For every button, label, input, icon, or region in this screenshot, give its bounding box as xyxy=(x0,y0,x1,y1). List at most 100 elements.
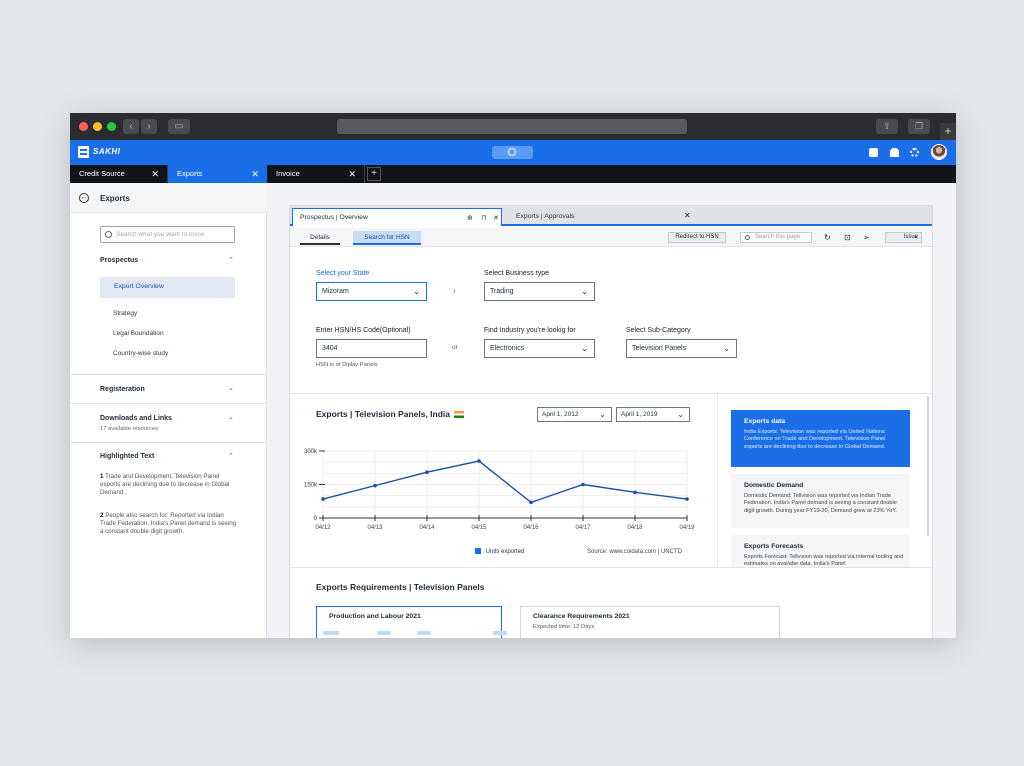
industry-select[interactable]: Electronics ⌄ xyxy=(484,339,595,358)
issue-dropdown[interactable]: Issue ⌄ xyxy=(885,232,922,243)
bell-icon[interactable] xyxy=(890,148,899,157)
x-tick-label: 04/16 xyxy=(523,525,539,531)
expand-icon[interactable] xyxy=(869,148,878,157)
tab-prospectus-overview[interactable]: Prospectus | Overview ⊕ ⊓ ✕ xyxy=(292,208,502,226)
lock-icon[interactable]: ⊓ xyxy=(481,214,486,222)
divider xyxy=(290,393,932,394)
sidebar-item-country-wise-study[interactable]: Country-wise study xyxy=(113,350,168,357)
subtab-details[interactable]: Details xyxy=(300,232,340,245)
hsn-input[interactable]: 3404 xyxy=(316,339,427,358)
tab-exports[interactable]: Exports ✕ xyxy=(168,165,267,183)
data-point xyxy=(529,500,533,505)
page-search-input[interactable]: Search this page xyxy=(740,232,812,243)
sidebar-item-strategy[interactable]: Strategy xyxy=(113,310,137,317)
tab-credit-source[interactable]: Credit Source ✕ xyxy=(70,165,168,183)
divider xyxy=(290,567,932,568)
chevron-down-icon: ⌄ xyxy=(723,344,730,353)
production-labour-card[interactable]: Production and Labour 2021 xyxy=(316,606,507,638)
requirement-bar xyxy=(377,631,391,635)
clearance-requirements-card[interactable]: Clearance Requirements 2021 Expected tim… xyxy=(520,606,780,638)
close-icon[interactable]: ✕ xyxy=(151,165,159,183)
requirement-bar xyxy=(493,631,507,635)
chevron-down-icon[interactable]: ⌄ xyxy=(228,413,234,421)
card-title: Exports data xyxy=(744,418,786,425)
data-point xyxy=(581,482,585,487)
x-tick-label: 04/12 xyxy=(315,525,331,531)
globe-icon[interactable]: ⊕ xyxy=(467,214,473,222)
india-flag-icon xyxy=(454,411,465,418)
highlight-item: 1 Trade and Development. Television Pane… xyxy=(100,473,240,497)
subtab-search-for-hsn[interactable]: Search for HSN xyxy=(353,231,421,245)
chevron-down-icon[interactable]: ⌄ xyxy=(228,384,234,392)
x-tick-label: 04/19 xyxy=(679,525,695,531)
new-tab-plus-icon[interactable]: + xyxy=(940,123,956,140)
forward-arrow-icon[interactable]: › xyxy=(141,119,157,134)
close-icon[interactable]: ✕ xyxy=(684,211,691,220)
sidebar-search-input[interactable]: Search what you want to know xyxy=(100,226,235,243)
search-placeholder: Search what you want to know xyxy=(116,231,205,238)
global-search-button[interactable] xyxy=(492,146,533,159)
sidebar-item-label: Export Overview xyxy=(114,283,164,290)
chevron-up-icon[interactable]: ⌃ xyxy=(228,452,234,460)
browser-chrome: ‹ › ▭ ⇪ ❐ + xyxy=(70,113,956,140)
sidebar-item-export-overview[interactable]: Export Overview xyxy=(100,277,235,298)
back-icon[interactable]: ← xyxy=(79,193,89,203)
cards-scrollbar[interactable] xyxy=(927,396,929,536)
highlight-item: 2 People also search for: Reported via I… xyxy=(100,512,240,536)
add-tab-icon[interactable]: + xyxy=(367,167,381,181)
tab-label: Exports xyxy=(177,169,203,178)
tab-exports-approvals[interactable]: Exports | Approvals xyxy=(516,213,574,220)
sidebar: ← Exports Search what you want to know P… xyxy=(70,183,267,638)
exports-data-card[interactable]: Exports data India Exports: Television w… xyxy=(731,410,910,467)
gear-icon[interactable] xyxy=(910,148,919,157)
card-subtitle: Expected time: 12 Days xyxy=(533,624,595,630)
data-point xyxy=(633,490,637,495)
minimize-window-button[interactable] xyxy=(93,122,102,131)
sidebar-toggle-icon[interactable]: ▭ xyxy=(168,119,190,134)
address-bar[interactable] xyxy=(337,119,687,134)
section-prospectus[interactable]: Prospectus xyxy=(100,257,138,264)
chart-title-text: Exports | Television Panels, India xyxy=(316,409,451,419)
app-logo-icon xyxy=(78,146,89,158)
section-downloads[interactable]: Downloads and Links xyxy=(100,415,172,422)
maximize-window-button[interactable] xyxy=(107,122,116,131)
close-window-button[interactable] xyxy=(79,122,88,131)
app-header: SAKHI xyxy=(70,140,956,165)
sidebar-item-legal-boundation[interactable]: Legal Boundation xyxy=(113,330,164,337)
send-icon[interactable]: ➢ xyxy=(863,233,870,242)
refresh-icon[interactable]: ↻ xyxy=(824,233,831,242)
close-icon[interactable]: ✕ xyxy=(493,214,499,222)
close-icon[interactable]: ✕ xyxy=(348,165,356,183)
tabs-overview-icon[interactable]: ❐ xyxy=(908,119,930,134)
search-icon xyxy=(105,231,112,238)
close-icon[interactable]: ✕ xyxy=(251,165,259,183)
section-highlighted-text[interactable]: Highlighted Text xyxy=(100,453,154,460)
legend-label: Units exported xyxy=(485,549,525,555)
tab-invoice[interactable]: Invoice ✕ xyxy=(267,165,365,183)
section-registration[interactable]: Registeration xyxy=(100,386,145,393)
chevron-up-icon[interactable]: ⌃ xyxy=(228,256,234,264)
back-arrow-icon[interactable]: ‹ xyxy=(123,119,139,134)
divider xyxy=(70,374,267,375)
chart-title: Exports | Television Panels, India xyxy=(316,409,465,419)
avatar[interactable] xyxy=(931,144,947,160)
or-label: or xyxy=(452,344,458,351)
state-select[interactable]: Mizoram ⌄ xyxy=(316,282,427,301)
requirement-bar xyxy=(323,631,339,635)
panel-toolbar: Details Search for HSN Redirect to HSN S… xyxy=(290,228,932,247)
business-type-select[interactable]: Trading ⌄ xyxy=(484,282,595,301)
exports-forecasts-card[interactable]: Exports Forecasts Exports Forecast: Tell… xyxy=(731,535,910,567)
subcategory-select[interactable]: Television Panels ⌄ xyxy=(626,339,737,358)
tab-label: Prospectus | Overview xyxy=(300,214,368,221)
panel-tab-bar: Prospectus | Overview ⊕ ⊓ ✕ Exports | Ap… xyxy=(290,206,932,226)
business-type-label: Select Business type xyxy=(484,270,549,277)
bookmark-icon[interactable]: ⊡ xyxy=(844,233,851,242)
date-to-select[interactable]: April 1, 2019 ⌄ xyxy=(616,407,690,422)
date-from-select[interactable]: April 1, 2012 ⌄ xyxy=(537,407,612,422)
domestic-demand-card[interactable]: Domestic Demand Domestic Demand: Tellvis… xyxy=(731,474,910,528)
card-title: Clearance Requirements 2021 xyxy=(533,613,630,620)
share-icon[interactable]: ⇪ xyxy=(876,119,898,134)
sidebar-header: ← Exports xyxy=(70,183,267,213)
browser-window: ‹ › ▭ ⇪ ❐ + SAKHI Credit Source ✕ Export… xyxy=(70,113,956,638)
redirect-to-hsn-button[interactable]: Redirect to HSN xyxy=(668,232,726,243)
